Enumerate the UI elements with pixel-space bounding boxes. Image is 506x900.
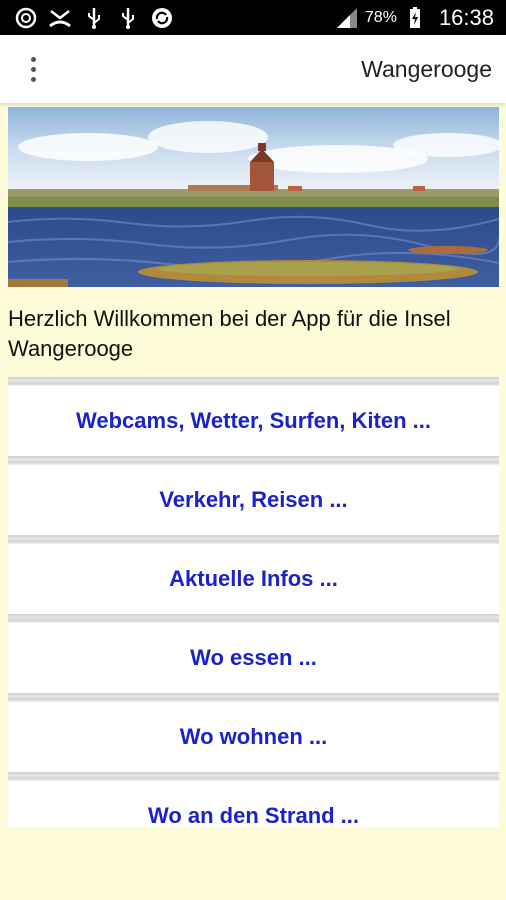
sync-icon (150, 6, 174, 30)
list-divider (8, 772, 499, 781)
menu-item-label: Aktuelle Infos ... (169, 566, 338, 591)
menu-item-label: Wo essen ... (190, 645, 317, 670)
menu-item-aktuelle-infos[interactable]: Aktuelle Infos ... (8, 544, 499, 614)
app-notification-icon (14, 6, 38, 30)
menu-item-wo-wohnen[interactable]: Wo wohnen ... (8, 702, 499, 772)
app-title: Wangerooge (361, 55, 492, 82)
overflow-menu-icon[interactable] (16, 49, 50, 89)
menu-item-label: Wo an den Strand ... (147, 803, 360, 827)
list-divider (8, 614, 499, 623)
menu-item-label: Wo wohnen ... (179, 724, 328, 749)
signal-icon (335, 6, 359, 30)
menu-item-wo-essen[interactable]: Wo essen ... (8, 623, 499, 693)
menu-item-wo-strand[interactable]: Wo an den Strand ... (8, 781, 499, 827)
menu-item-label: Webcams, Wetter, Surfen, Kiten ... (76, 408, 431, 433)
hero-image (8, 107, 499, 287)
list-divider (8, 377, 499, 386)
menu-item-label: Verkehr, Reisen ... (159, 487, 348, 512)
clock: 16:38 (438, 4, 494, 30)
app-bar: Wangerooge (0, 35, 506, 103)
welcome-text: Herzlich Willkommen bei der App für die … (8, 306, 451, 361)
system-indicators: 78% 16:38 (335, 5, 506, 31)
notification-icons (0, 6, 174, 30)
menu-item-webcams[interactable]: Webcams, Wetter, Surfen, Kiten ... (8, 386, 499, 456)
menu-list: Webcams, Wetter, Surfen, Kiten ... Verke… (8, 377, 499, 827)
missed-call-icon (48, 6, 72, 30)
menu-item-verkehr[interactable]: Verkehr, Reisen ... (8, 465, 499, 535)
list-divider (8, 535, 499, 544)
usb-debug-icon (82, 6, 106, 30)
battery-charging-icon (403, 6, 427, 30)
list-divider (8, 456, 499, 465)
list-divider (8, 693, 499, 702)
status-bar: 78% 16:38 (0, 0, 506, 35)
battery-percent: 78% (364, 8, 397, 26)
usb-debug-icon (116, 6, 140, 30)
